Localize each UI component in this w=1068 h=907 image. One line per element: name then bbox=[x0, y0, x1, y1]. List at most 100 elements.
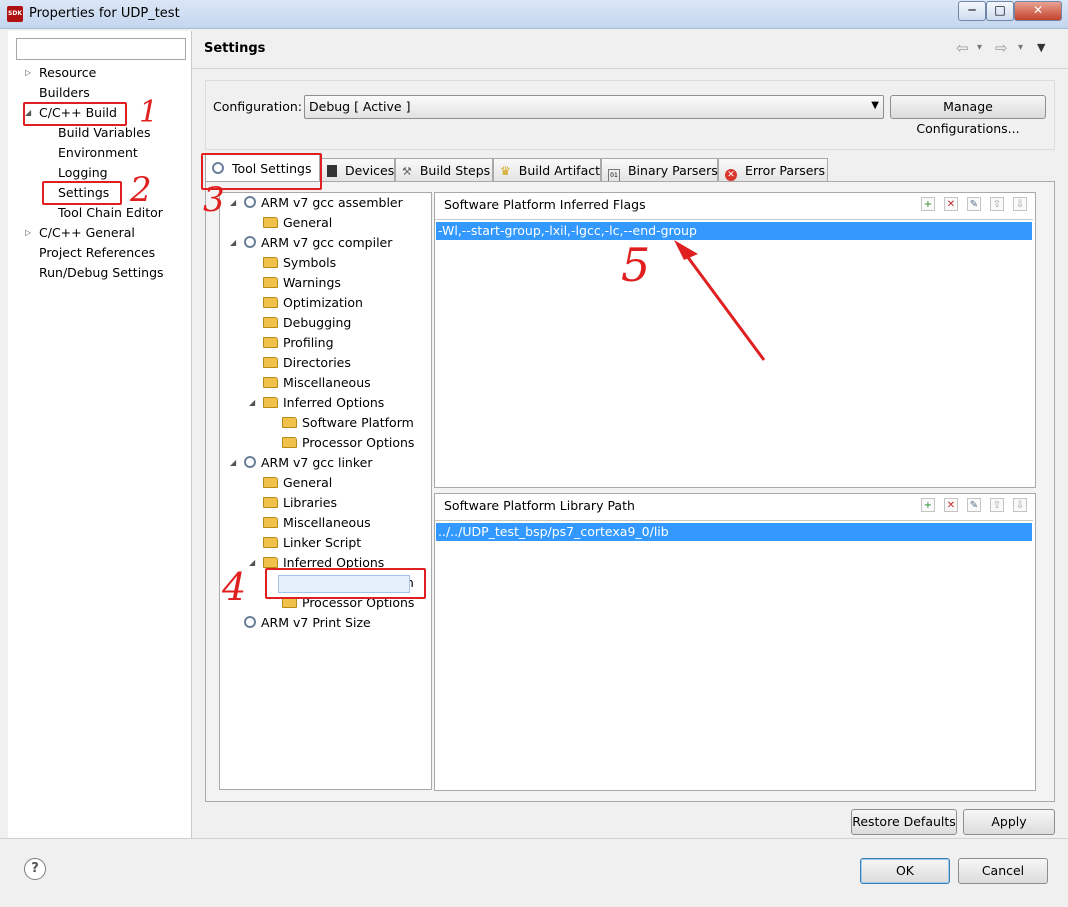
tree-item[interactable]: Libraries bbox=[263, 495, 337, 510]
tab-label: Error Parsers bbox=[744, 163, 826, 178]
folder-icon bbox=[263, 477, 278, 488]
folder-icon bbox=[263, 297, 278, 308]
move-up-icon[interactable]: ⇧ bbox=[990, 197, 1004, 211]
delete-icon[interactable]: ✕ bbox=[944, 197, 958, 211]
back-arrow-icon[interactable]: ⇦ bbox=[956, 39, 969, 57]
folder-icon bbox=[263, 217, 278, 228]
help-icon[interactable]: ? bbox=[24, 858, 46, 880]
nav-item[interactable]: Environment bbox=[58, 145, 138, 160]
tree-item-label: ARM v7 Print Size bbox=[261, 615, 371, 630]
tab-binary-parsers[interactable]: 01 Binary Parsers bbox=[601, 158, 718, 183]
nav-item[interactable]: Run/Debug Settings bbox=[39, 265, 164, 280]
maximize-button[interactable]: □ bbox=[986, 1, 1014, 21]
tree-item[interactable]: Inferred Options bbox=[263, 395, 384, 410]
collapsed-arrow-icon[interactable]: ▷ bbox=[25, 228, 31, 237]
tree-item-label: Software Platform bbox=[302, 415, 414, 430]
tree-item-label: Linker Script bbox=[283, 535, 362, 550]
annotation-number-3: 3 bbox=[203, 180, 225, 220]
tree-item[interactable]: Symbols bbox=[263, 255, 336, 270]
library-path-value[interactable]: ../../UDP_test_bsp/ps7_cortexa9_0/lib bbox=[436, 523, 1032, 541]
tree-item[interactable]: Profiling bbox=[263, 335, 334, 350]
tree-item[interactable]: Directories bbox=[263, 355, 351, 370]
nav-item[interactable]: C/C++ General bbox=[39, 225, 135, 240]
close-button[interactable]: ✕ bbox=[1014, 1, 1062, 21]
nav-item-label: Logging bbox=[58, 165, 108, 180]
tree-item-label: Optimization bbox=[283, 295, 363, 310]
tree-item[interactable]: ARM v7 gcc linker bbox=[244, 455, 372, 470]
back-dropdown-icon[interactable]: ▾ bbox=[977, 42, 982, 53]
expanded-arrow-icon[interactable]: ◢ bbox=[249, 398, 255, 407]
tree-item[interactable]: General bbox=[263, 215, 332, 230]
tab-devices[interactable]: Devices bbox=[320, 158, 395, 182]
apply-button[interactable]: Apply bbox=[963, 809, 1055, 835]
tree-item-label: Debugging bbox=[283, 315, 352, 330]
move-up-icon[interactable]: ⇧ bbox=[990, 498, 1004, 512]
edit-icon[interactable]: ✎ bbox=[967, 197, 981, 211]
tree-item[interactable]: Miscellaneous bbox=[263, 515, 371, 530]
nav-item-label: Project References bbox=[39, 245, 156, 260]
nav-item[interactable]: Project References bbox=[39, 245, 155, 260]
manage-configurations-button[interactable]: Manage Configurations... bbox=[890, 95, 1046, 136]
configuration-select[interactable]: Debug [ Active ] ▼ bbox=[304, 95, 884, 119]
cancel-button[interactable]: Cancel bbox=[958, 858, 1048, 884]
delete-icon[interactable]: ✕ bbox=[944, 498, 958, 512]
tree-item[interactable]: General bbox=[263, 475, 332, 490]
annotation-number-4: 4 bbox=[222, 565, 247, 609]
folder-icon bbox=[282, 417, 297, 428]
move-down-icon[interactable]: ⇩ bbox=[1013, 498, 1027, 512]
collapsed-arrow-icon[interactable]: ▷ bbox=[25, 68, 31, 77]
restore-defaults-button[interactable]: Restore Defaults bbox=[851, 809, 957, 835]
folder-icon bbox=[263, 397, 278, 408]
tree-item[interactable]: ARM v7 gcc assembler bbox=[244, 195, 403, 210]
folder-icon bbox=[263, 497, 278, 508]
tree-item[interactable]: Miscellaneous bbox=[263, 375, 371, 390]
annotation-arrow bbox=[674, 240, 766, 361]
expanded-arrow-icon[interactable]: ◢ bbox=[230, 198, 236, 207]
tree-item[interactable]: Linker Script bbox=[263, 535, 361, 550]
add-icon[interactable]: + bbox=[921, 498, 935, 512]
configuration-value: Debug [ Active ] bbox=[309, 99, 411, 114]
tree-item-label: Profiling bbox=[283, 335, 334, 350]
nav-item-label: Builders bbox=[39, 85, 90, 100]
move-down-icon[interactable]: ⇩ bbox=[1013, 197, 1027, 211]
window-title: Properties for UDP_test bbox=[29, 6, 180, 21]
tab-build-steps[interactable]: ⚒ Build Steps bbox=[395, 158, 493, 182]
add-icon[interactable]: + bbox=[921, 197, 935, 211]
tree-item[interactable]: ARM v7 gcc compiler bbox=[244, 235, 392, 250]
tab-label: Binary Parsers bbox=[627, 163, 718, 178]
tab-error-parsers[interactable]: ✕ Error Parsers bbox=[718, 158, 828, 182]
tree-item[interactable]: Software Platform bbox=[282, 415, 414, 430]
edit-icon[interactable]: ✎ bbox=[967, 498, 981, 512]
tree-item[interactable]: Processor Options bbox=[282, 435, 414, 450]
expanded-arrow-icon[interactable]: ◢ bbox=[230, 458, 236, 467]
nav-item[interactable]: Build Variables bbox=[58, 125, 150, 140]
footer-separator bbox=[0, 838, 1068, 839]
gear-icon bbox=[244, 456, 256, 468]
tree-item-label: Miscellaneous bbox=[283, 515, 371, 530]
expanded-arrow-icon[interactable]: ◢ bbox=[230, 238, 236, 247]
tree-item[interactable]: ARM v7 Print Size bbox=[244, 615, 371, 630]
ok-button[interactable]: OK bbox=[860, 858, 950, 884]
nav-item[interactable]: Logging bbox=[58, 165, 108, 180]
expanded-arrow-icon[interactable]: ◢ bbox=[249, 558, 255, 567]
tree-item-label: Directories bbox=[283, 355, 351, 370]
nav-item[interactable]: Builders bbox=[39, 85, 90, 100]
folder-icon bbox=[263, 537, 278, 548]
view-menu-icon[interactable]: ▼ bbox=[1037, 41, 1045, 54]
forward-arrow-icon[interactable]: ⇨ bbox=[995, 39, 1008, 57]
folder-icon bbox=[263, 277, 278, 288]
tab-build-artifact[interactable]: ♛ Build Artifact bbox=[493, 158, 601, 182]
header-separator bbox=[192, 68, 1068, 69]
minimize-button[interactable]: ─ bbox=[958, 1, 986, 21]
annotation-number-5: 5 bbox=[621, 238, 651, 292]
tree-item[interactable]: Warnings bbox=[263, 275, 341, 290]
folder-icon bbox=[263, 257, 278, 268]
forward-dropdown-icon[interactable]: ▾ bbox=[1018, 42, 1023, 53]
tree-item[interactable]: Debugging bbox=[263, 315, 351, 330]
annotation-box-settings bbox=[42, 181, 122, 205]
nav-item[interactable]: Resource bbox=[39, 65, 96, 80]
tree-item[interactable]: Optimization bbox=[263, 295, 363, 310]
tree-item-label: Miscellaneous bbox=[283, 375, 371, 390]
filter-input[interactable] bbox=[16, 38, 186, 60]
gear-icon bbox=[244, 196, 256, 208]
